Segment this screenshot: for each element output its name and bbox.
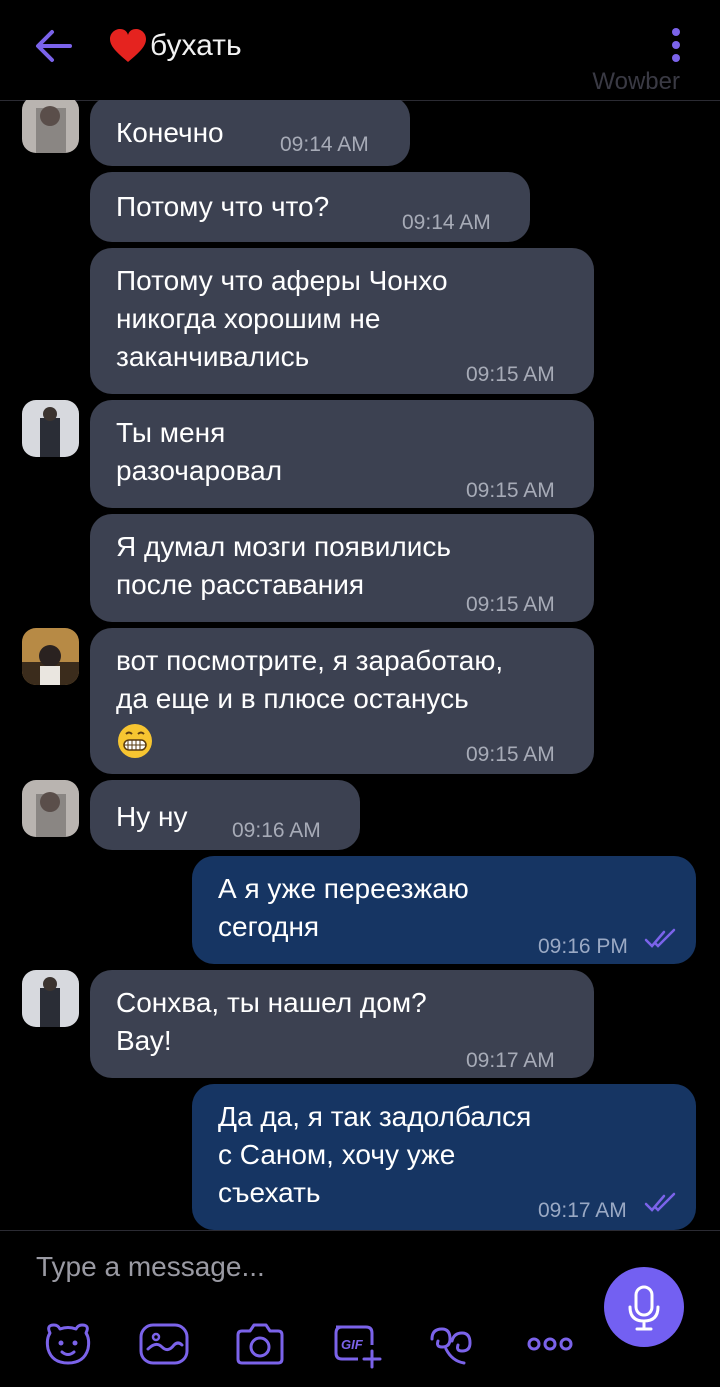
avatar[interactable] <box>22 780 79 837</box>
grinning-emoji-icon <box>118 724 152 758</box>
message-time: 09:15 AM <box>466 363 555 386</box>
more-icon[interactable] <box>522 1319 578 1369</box>
message-bubble[interactable]: Конечно 09:14 AM <box>90 100 410 166</box>
watermark: Wowber <box>592 68 680 95</box>
message-bubble[interactable]: Я думал мозги появились после расставани… <box>90 514 594 622</box>
message-bubble-outgoing[interactable]: А я уже переезжаю сегодня 09:16 PM <box>192 856 696 964</box>
avatar[interactable] <box>22 970 79 1027</box>
message-bubble[interactable]: Потому что что? 09:14 AM <box>90 172 530 242</box>
message-time: 09:15 AM <box>466 479 555 502</box>
back-arrow-icon[interactable] <box>32 26 76 66</box>
message-bubble[interactable]: Потому что аферы Чонхо никогда хорошим н… <box>90 248 594 394</box>
message-text: Потому что аферы Чонхо никогда хорошим н… <box>116 265 448 372</box>
message-composer: Type a message... GIF <box>0 1230 720 1387</box>
message-text: вот посмотрите, я заработаю, да еще и в … <box>116 645 504 714</box>
chat-header: бухать Wowber <box>0 0 720 101</box>
message-text: Сонхва, ты нашел дом? Вау! <box>116 987 427 1056</box>
more-options-icon[interactable] <box>668 28 684 68</box>
message-text: Я думал мозги появились после расставани… <box>116 531 451 600</box>
avatar[interactable] <box>22 628 79 685</box>
message-time: 09:15 AM <box>466 593 555 616</box>
read-receipt-icon <box>644 1192 676 1212</box>
message-time: 09:17 AM <box>538 1199 627 1222</box>
message-time: 09:16 PM <box>538 935 628 958</box>
message-bubble-outgoing[interactable]: Да да, я так задолбался с Саном, хочу уж… <box>192 1084 696 1230</box>
chat-title-text: бухать <box>150 29 242 62</box>
message-time: 09:14 AM <box>402 211 491 234</box>
svg-text:GIF: GIF <box>341 1337 364 1352</box>
message-text: Конечно <box>116 117 224 148</box>
message-bubble[interactable]: Ну ну 09:16 AM <box>90 780 360 850</box>
avatar[interactable] <box>22 400 79 457</box>
doodle-icon[interactable] <box>136 1319 192 1369</box>
message-text: Ну ну <box>116 801 188 832</box>
message-bubble[interactable]: вот посмотрите, я заработаю, да еще и в … <box>90 628 594 774</box>
message-text: Потому что что? <box>116 191 330 222</box>
message-list[interactable]: Конечно 09:14 AM Потому что что? 09:14 A… <box>0 100 720 1230</box>
message-text: Да да, я так задолбался с Саном, хочу уж… <box>218 1101 532 1208</box>
gif-icon[interactable]: GIF <box>328 1319 384 1369</box>
heart-icon <box>110 29 146 62</box>
camera-icon[interactable] <box>232 1319 288 1369</box>
message-text: Ты меня разочаровал <box>116 417 283 486</box>
microphone-icon <box>628 1285 660 1331</box>
message-time: 09:14 AM <box>280 133 369 156</box>
sticker-icon[interactable] <box>40 1319 96 1369</box>
message-bubble[interactable]: Сонхва, ты нашел дом? Вау! 09:17 AM <box>90 970 594 1078</box>
message-time: 09:15 AM <box>466 743 555 766</box>
read-receipt-icon <box>644 928 676 948</box>
message-text: А я уже переезжаю сегодня <box>218 873 469 942</box>
chat-title[interactable]: бухать <box>108 28 242 64</box>
microphone-button[interactable] <box>604 1267 684 1347</box>
message-time: 09:16 AM <box>232 819 321 842</box>
message-input[interactable]: Type a message... <box>36 1251 265 1283</box>
avatar[interactable] <box>22 100 79 153</box>
message-time: 09:17 AM <box>466 1049 555 1072</box>
gesture-icon[interactable] <box>424 1319 480 1369</box>
message-bubble[interactable]: Ты меня разочаровал 09:15 AM <box>90 400 594 508</box>
